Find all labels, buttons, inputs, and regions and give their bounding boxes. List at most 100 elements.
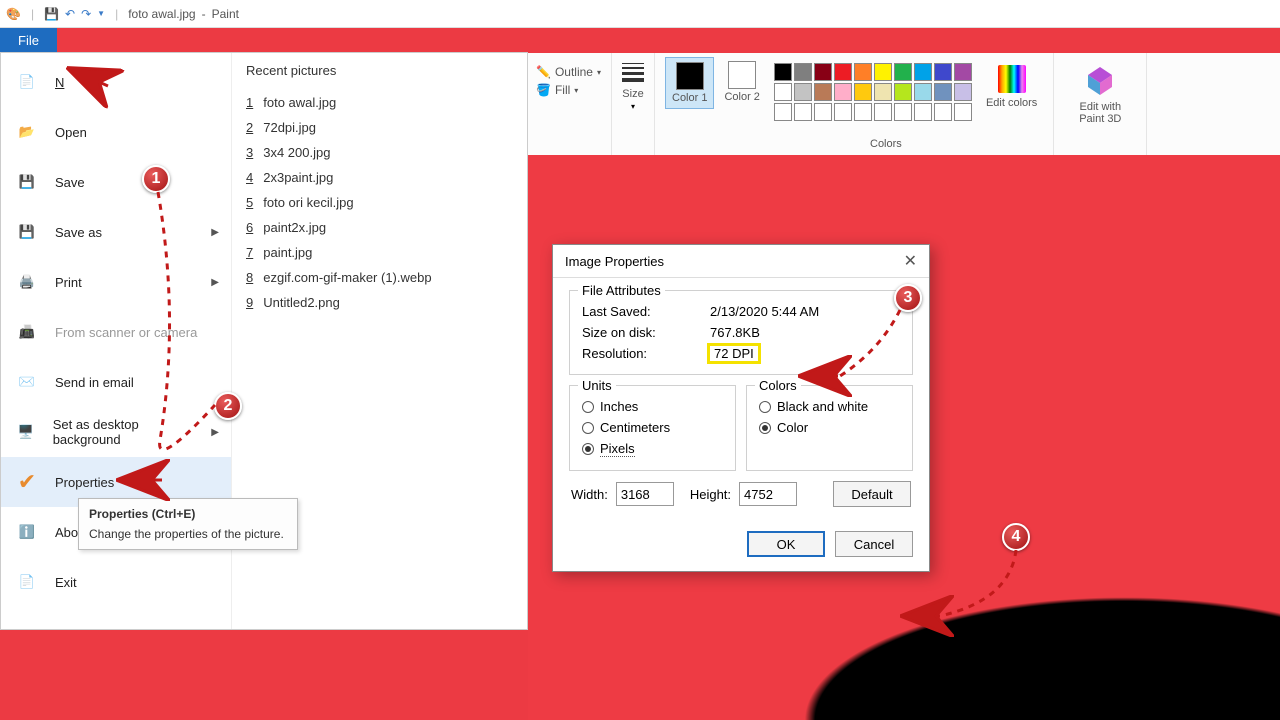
check-icon: ✔ [13,468,41,496]
palette-swatch[interactable] [954,83,972,101]
radio-pixels[interactable]: Pixels [582,438,723,460]
resolution-value: 72 DPI [710,346,758,361]
step-badge-1: 1 [142,165,170,193]
palette-swatch[interactable] [774,63,792,81]
redo-icon[interactable]: ↷ [81,7,91,21]
recent-item[interactable]: 5foto ori kecil.jpg [246,190,513,215]
width-input[interactable] [616,482,674,506]
app-name: Paint [212,7,239,21]
recent-item[interactable]: 6paint2x.jpg [246,215,513,240]
step-badge-3: 3 [894,284,922,312]
radio-centimeters[interactable]: Centimeters [582,417,723,438]
step-badge-4: 4 [1002,523,1030,551]
palette-swatch[interactable] [774,83,792,101]
paint3d-icon [1084,65,1116,97]
size-on-disk-value: 767.8KB [710,325,760,340]
menu-setbg[interactable]: 🖥️Set as desktop background▶ [1,407,231,457]
palette-swatch[interactable] [954,63,972,81]
color1-button[interactable]: Color 1 [665,57,714,109]
paint-icon: 🎨 [6,7,21,21]
palette-swatch[interactable] [794,103,812,121]
menu-exit[interactable]: 📄Exit [1,557,231,607]
palette-swatch[interactable] [894,63,912,81]
recent-item[interactable]: 7paint.jpg [246,240,513,265]
outline-dropdown[interactable]: ✏️ Outline ▾ [536,65,601,79]
menu-saveas[interactable]: 💾Save as▶ [1,207,231,257]
palette-swatch[interactable] [934,103,952,121]
recent-item[interactable]: 272dpi.jpg [246,115,513,140]
palette-swatch[interactable] [934,63,952,81]
recent-item[interactable]: 42x3paint.jpg [246,165,513,190]
window-filename: foto awal.jpg [128,7,195,21]
radio-bw[interactable]: Black and white [759,396,900,417]
palette-swatch[interactable] [914,83,932,101]
menu-save[interactable]: 💾Save [1,157,231,207]
step-badge-2: 2 [214,392,242,420]
recent-item[interactable]: 33x4 200.jpg [246,140,513,165]
chevron-right-icon: ▶ [211,227,219,238]
palette-swatch[interactable] [854,103,872,121]
menu-scanner: 📠From scanner or camera [1,307,231,357]
save-icon: 💾 [13,168,41,196]
palette-swatch[interactable] [794,83,812,101]
palette-swatch[interactable] [914,63,932,81]
units-label: Units [578,378,616,393]
customize-icon[interactable]: ▼ [97,9,105,18]
palette-swatch[interactable] [894,103,912,121]
fill-dropdown[interactable]: 🪣 Fill ▾ [536,83,601,97]
palette-swatch[interactable] [814,63,832,81]
palette-swatch[interactable] [874,103,892,121]
dialog-title: Image Properties [565,254,664,269]
save-icon[interactable]: 💾 [44,7,59,21]
palette-swatch[interactable] [934,83,952,101]
palette-swatch[interactable] [774,103,792,121]
colors-group-label: Colors [870,138,902,150]
size-button[interactable]: Size ▾ [622,57,644,111]
palette-swatch[interactable] [914,103,932,121]
palette-swatch[interactable] [894,83,912,101]
recent-item[interactable]: 8ezgif.com-gif-maker (1).webp [246,265,513,290]
palette-swatch[interactable] [834,83,852,101]
email-icon: ✉️ [13,368,41,396]
ok-button[interactable]: OK [747,531,825,557]
palette-swatch[interactable] [794,63,812,81]
palette-swatch[interactable] [814,83,832,101]
radio-color[interactable]: Color [759,417,900,438]
desktop-icon: 🖥️ [13,418,39,446]
edit-colors-button[interactable]: Edit colors [980,57,1043,113]
radio-inches[interactable]: Inches [582,396,723,417]
paint3d-button[interactable]: Edit with Paint 3D [1064,57,1136,129]
cancel-button[interactable]: Cancel [835,531,913,557]
title-bar: 🎨 | 💾 ↶ ↷ ▼ | foto awal.jpg - Paint [0,0,1280,28]
menu-print[interactable]: 🖨️Print▶ [1,257,231,307]
image-content [760,580,1280,720]
properties-tooltip: Properties (Ctrl+E) Change the propertie… [78,498,298,550]
default-button[interactable]: Default [833,481,911,507]
last-saved-value: 2/13/2020 5:44 AM [710,304,819,319]
recent-item[interactable]: 1foto awal.jpg [246,90,513,115]
recent-item[interactable]: 9Untitled2.png [246,290,513,315]
shapes-options: ✏️ Outline ▾ 🪣 Fill ▾ [536,57,601,97]
exit-icon: 📄 [13,568,41,596]
close-icon[interactable]: ✕ [904,251,917,271]
palette-swatch[interactable] [854,63,872,81]
palette-swatch[interactable] [834,63,852,81]
info-icon: ℹ️ [13,518,41,546]
palette-swatch[interactable] [874,63,892,81]
palette-swatch[interactable] [854,83,872,101]
menu-email[interactable]: ✉️Send in email [1,357,231,407]
color2-button[interactable]: Color 2 [718,57,765,107]
palette-swatch[interactable] [874,83,892,101]
height-input[interactable] [739,482,797,506]
print-icon: 🖨️ [13,268,41,296]
file-tab[interactable]: File [0,28,57,53]
recent-title: Recent pictures [246,63,513,78]
palette-swatch[interactable] [954,103,972,121]
height-label: Height: [690,487,731,502]
palette-swatch[interactable] [814,103,832,121]
color-palette[interactable] [770,57,976,127]
menu-open[interactable]: 📂Open [1,107,231,157]
palette-swatch[interactable] [834,103,852,121]
undo-icon[interactable]: ↶ [65,7,75,21]
menu-new[interactable]: 📄N [1,57,231,107]
